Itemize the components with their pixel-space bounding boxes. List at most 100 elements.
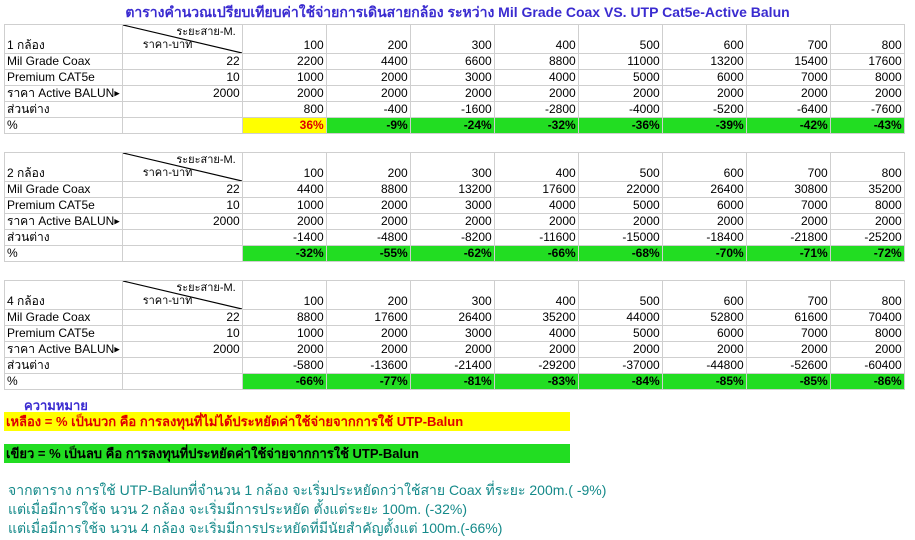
distance-cell[interactable]: 500 xyxy=(577,24,663,54)
value-cell[interactable]: 17600 xyxy=(493,181,579,198)
diagonal-header-cell[interactable]: ระยะสาย-M. ราคา-บาท xyxy=(121,152,243,182)
percent-label[interactable]: % xyxy=(4,245,123,263)
value-cell[interactable]: -13600 xyxy=(325,357,411,375)
value-cell[interactable]: 35200 xyxy=(829,181,905,198)
value-cell[interactable]: -60400 xyxy=(829,357,905,375)
value-cell[interactable]: 2200 xyxy=(241,53,327,70)
distance-cell[interactable]: 300 xyxy=(409,280,495,310)
percent-cell[interactable]: -42% xyxy=(745,117,831,135)
value-cell[interactable]: 8800 xyxy=(493,53,579,70)
price-cell[interactable]: 10 xyxy=(121,69,243,86)
percent-cell[interactable]: -32% xyxy=(493,117,579,135)
distance-cell[interactable]: 400 xyxy=(493,24,579,54)
price-cell[interactable]: 22 xyxy=(121,53,243,70)
value-cell[interactable]: 4000 xyxy=(493,325,579,342)
value-cell[interactable]: 2000 xyxy=(745,212,831,231)
value-cell[interactable]: 7000 xyxy=(745,325,831,342)
value-cell[interactable]: 44000 xyxy=(577,309,663,326)
value-cell[interactable]: 8800 xyxy=(325,181,411,198)
value-cell[interactable]: 5000 xyxy=(577,69,663,86)
empty-cell[interactable] xyxy=(121,245,243,263)
price-cell[interactable] xyxy=(121,229,243,247)
distance-cell[interactable]: 600 xyxy=(661,152,747,182)
value-cell[interactable]: -15000 xyxy=(577,229,663,247)
value-cell[interactable]: 4000 xyxy=(493,197,579,214)
value-cell[interactable]: 2000 xyxy=(241,212,327,231)
value-cell[interactable]: -25200 xyxy=(829,229,905,247)
value-cell[interactable]: 8000 xyxy=(829,197,905,214)
value-cell[interactable]: -8200 xyxy=(409,229,495,247)
percent-cell[interactable]: 36% xyxy=(241,117,327,135)
percent-cell[interactable]: -66% xyxy=(493,245,579,263)
value-cell[interactable]: -21400 xyxy=(409,357,495,375)
value-cell[interactable]: 3000 xyxy=(409,69,495,86)
value-cell[interactable]: 13200 xyxy=(409,181,495,198)
distance-cell[interactable]: 500 xyxy=(577,152,663,182)
percent-cell[interactable]: -9% xyxy=(325,117,411,135)
value-cell[interactable]: 1000 xyxy=(241,325,327,342)
value-cell[interactable]: 13200 xyxy=(661,53,747,70)
value-cell[interactable]: -400 xyxy=(325,101,411,119)
percent-cell[interactable]: -86% xyxy=(829,373,905,391)
value-cell[interactable]: -29200 xyxy=(493,357,579,375)
value-cell[interactable]: 17600 xyxy=(325,309,411,326)
distance-cell[interactable]: 700 xyxy=(745,152,831,182)
percent-label[interactable]: % xyxy=(4,373,123,391)
value-cell[interactable]: 4000 xyxy=(493,69,579,86)
value-cell[interactable]: -6400 xyxy=(745,101,831,119)
value-cell[interactable]: 2000 xyxy=(577,340,663,359)
value-cell[interactable]: 2000 xyxy=(409,84,495,103)
row-label[interactable]: Premium CAT5e xyxy=(4,325,123,342)
row-label[interactable]: Mil Grade Coax xyxy=(4,309,123,326)
value-cell[interactable]: 22000 xyxy=(577,181,663,198)
value-cell[interactable]: 7000 xyxy=(745,197,831,214)
percent-cell[interactable]: -62% xyxy=(409,245,495,263)
row-label[interactable]: ราคา Active BALUN▶ xyxy=(4,84,123,103)
distance-cell[interactable]: 100 xyxy=(241,152,327,182)
price-cell[interactable]: 22 xyxy=(121,309,243,326)
price-cell[interactable]: 2000 xyxy=(121,340,243,359)
value-cell[interactable]: 4400 xyxy=(241,181,327,198)
distance-cell[interactable]: 300 xyxy=(409,24,495,54)
distance-cell[interactable]: 200 xyxy=(325,280,411,310)
value-cell[interactable]: 2000 xyxy=(241,84,327,103)
camera-count-label[interactable]: 2 กล้อง xyxy=(4,152,123,182)
value-cell[interactable]: 2000 xyxy=(661,212,747,231)
value-cell[interactable]: -4800 xyxy=(325,229,411,247)
value-cell[interactable]: 2000 xyxy=(241,340,327,359)
percent-cell[interactable]: -55% xyxy=(325,245,411,263)
row-label[interactable]: ราคา Active BALUN▶ xyxy=(4,212,123,231)
percent-cell[interactable]: -68% xyxy=(577,245,663,263)
value-cell[interactable]: -1400 xyxy=(241,229,327,247)
value-cell[interactable]: -37000 xyxy=(577,357,663,375)
distance-cell[interactable]: 200 xyxy=(325,24,411,54)
empty-cell[interactable] xyxy=(121,373,243,391)
value-cell[interactable]: 2000 xyxy=(409,212,495,231)
distance-cell[interactable]: 100 xyxy=(241,24,327,54)
distance-cell[interactable]: 400 xyxy=(493,152,579,182)
value-cell[interactable]: 2000 xyxy=(829,84,905,103)
value-cell[interactable]: 6000 xyxy=(661,197,747,214)
distance-cell[interactable]: 200 xyxy=(325,152,411,182)
value-cell[interactable]: 2000 xyxy=(325,197,411,214)
distance-cell[interactable]: 800 xyxy=(829,24,905,54)
value-cell[interactable]: 2000 xyxy=(661,340,747,359)
value-cell[interactable]: 2000 xyxy=(829,340,905,359)
value-cell[interactable]: -5800 xyxy=(241,357,327,375)
percent-cell[interactable]: -39% xyxy=(661,117,747,135)
value-cell[interactable]: -44800 xyxy=(661,357,747,375)
value-cell[interactable]: -5200 xyxy=(661,101,747,119)
value-cell[interactable]: 1000 xyxy=(241,197,327,214)
percent-cell[interactable]: -72% xyxy=(829,245,905,263)
value-cell[interactable]: 6000 xyxy=(661,69,747,86)
value-cell[interactable]: 2000 xyxy=(325,212,411,231)
value-cell[interactable]: 70400 xyxy=(829,309,905,326)
value-cell[interactable]: -7600 xyxy=(829,101,905,119)
distance-cell[interactable]: 600 xyxy=(661,24,747,54)
value-cell[interactable]: 2000 xyxy=(325,84,411,103)
value-cell[interactable]: -11600 xyxy=(493,229,579,247)
distance-cell[interactable]: 500 xyxy=(577,280,663,310)
row-label[interactable]: Premium CAT5e xyxy=(4,197,123,214)
value-cell[interactable]: 7000 xyxy=(745,69,831,86)
value-cell[interactable]: 11000 xyxy=(577,53,663,70)
